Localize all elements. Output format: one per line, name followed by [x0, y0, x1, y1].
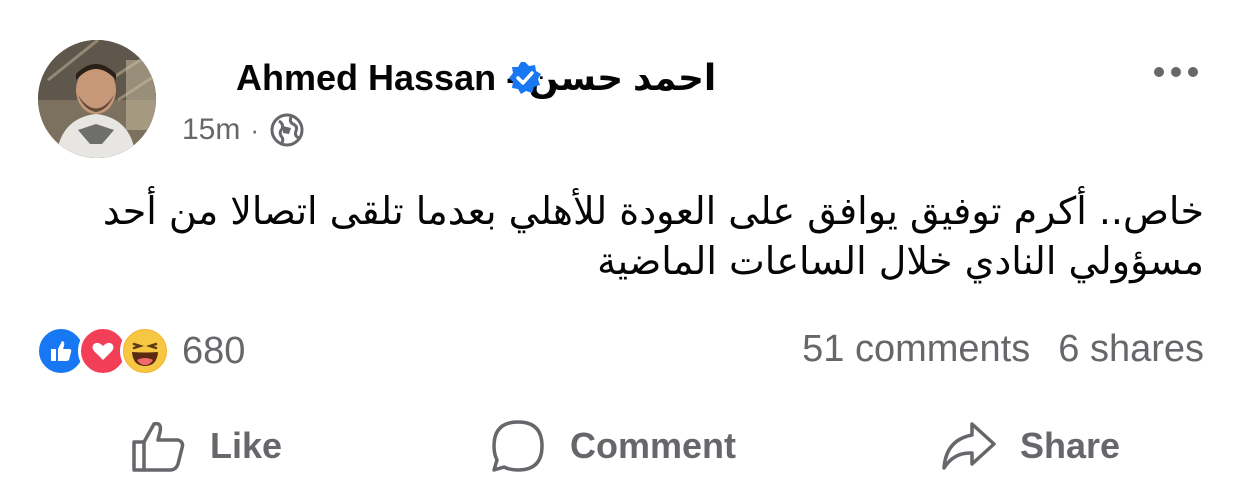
- author-name[interactable]: Ahmed Hassan - احمد حسن: [236, 56, 716, 100]
- share-arrow-icon: [942, 422, 996, 470]
- like-label: Like: [210, 425, 283, 466]
- share-label: Share: [1020, 425, 1121, 466]
- comment-label: Comment: [570, 425, 737, 466]
- comment-button[interactable]: Comment: [488, 410, 736, 482]
- comment-bubble-icon: [492, 420, 544, 472]
- haha-icon: [120, 326, 170, 376]
- thumbs-up-icon: [132, 421, 185, 472]
- comments-count-link[interactable]: 51 comments: [802, 328, 1030, 371]
- reactions-summary[interactable]: 680: [36, 325, 245, 377]
- shares-count-link[interactable]: 6 shares: [1058, 328, 1204, 371]
- like-button[interactable]: Like: [128, 410, 282, 482]
- more-dot-icon: [1171, 67, 1181, 77]
- globe-icon[interactable]: [269, 112, 305, 148]
- more-options-button[interactable]: [1154, 60, 1204, 84]
- share-button[interactable]: Share: [938, 410, 1120, 482]
- author-avatar[interactable]: [38, 40, 156, 158]
- meta-separator: ·: [250, 115, 260, 145]
- engagement-stats: 51 comments 6 shares: [802, 328, 1204, 371]
- action-bar: Like Comment Share: [0, 410, 1242, 482]
- post-text: خاص.. أكرم توفيق يوافق على العودة للأهلي…: [102, 189, 1204, 283]
- post-timestamp[interactable]: 15m: [182, 112, 240, 148]
- reaction-count: 680: [182, 329, 246, 372]
- avatar-photo: [38, 40, 156, 158]
- more-dot-icon: [1154, 67, 1164, 77]
- verified-badge-icon: [509, 62, 541, 94]
- post-meta: 15m ·: [182, 112, 305, 148]
- more-dot-icon: [1188, 67, 1198, 77]
